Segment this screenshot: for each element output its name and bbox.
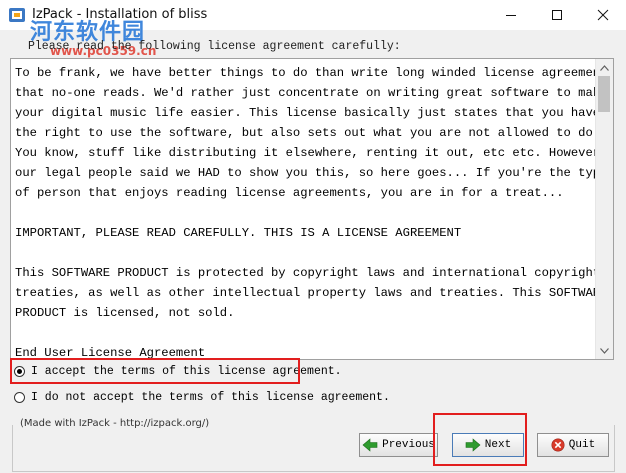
license-line: your digital music life easier. This lic… <box>15 106 601 120</box>
license-prompt: Please read the following license agreem… <box>28 40 401 53</box>
license-line: You know, stuff like distributing it els… <box>15 146 608 160</box>
maximize-icon <box>552 10 562 20</box>
quit-button[interactable]: Quit <box>537 433 609 457</box>
chevron-down-icon <box>600 347 609 354</box>
scrollbar-thumb[interactable] <box>598 76 610 112</box>
license-line <box>15 203 595 223</box>
license-line <box>15 243 595 263</box>
scroll-up-button[interactable] <box>596 59 613 76</box>
license-line: To be frank, we have better things to do… <box>15 66 614 80</box>
decline-radio-button[interactable] <box>14 392 25 403</box>
made-with-izpack-label: (Made with IzPack - http://izpack.org/) <box>18 418 212 429</box>
minimize-icon <box>506 15 516 16</box>
izpack-app-icon <box>9 8 25 22</box>
chevron-up-icon <box>600 64 609 71</box>
license-line <box>15 323 595 343</box>
vertical-scrollbar[interactable] <box>595 59 613 359</box>
close-icon <box>597 9 609 21</box>
highlight-box-accept <box>10 358 300 384</box>
previous-button[interactable]: Previous <box>359 433 438 457</box>
arrow-left-icon <box>362 438 378 452</box>
license-line: our legal people said we HAD to show you… <box>15 166 608 180</box>
license-line: PRODUCT is licensed, not sold. <box>15 306 235 320</box>
quit-button-label: Quit <box>568 439 596 451</box>
license-line: the right to use the software, but also … <box>15 126 601 140</box>
license-text-area[interactable]: To be frank, we have better things to do… <box>10 58 614 360</box>
highlight-box-next <box>433 413 527 466</box>
license-line: of person that enjoys reading license ag… <box>15 186 564 200</box>
maximize-button[interactable] <box>534 0 580 30</box>
quit-icon <box>551 438 565 452</box>
minimize-button[interactable] <box>488 0 534 30</box>
close-button[interactable] <box>580 0 626 30</box>
license-line: IMPORTANT, PLEASE READ CAREFULLY. THIS I… <box>15 226 462 240</box>
decline-radio-option[interactable]: I do not accept the terms of this licens… <box>14 391 390 404</box>
scroll-down-button[interactable] <box>596 342 613 359</box>
license-lines: To be frank, we have better things to do… <box>15 63 614 359</box>
previous-button-label: Previous <box>382 439 435 451</box>
decline-radio-label[interactable]: I do not accept the terms of this licens… <box>31 391 390 404</box>
license-line: This SOFTWARE PRODUCT is protected by co… <box>15 266 601 280</box>
license-line: treaties, as well as other intellectual … <box>15 286 608 300</box>
license-line: that no-one reads. We'd rather just conc… <box>15 86 608 100</box>
